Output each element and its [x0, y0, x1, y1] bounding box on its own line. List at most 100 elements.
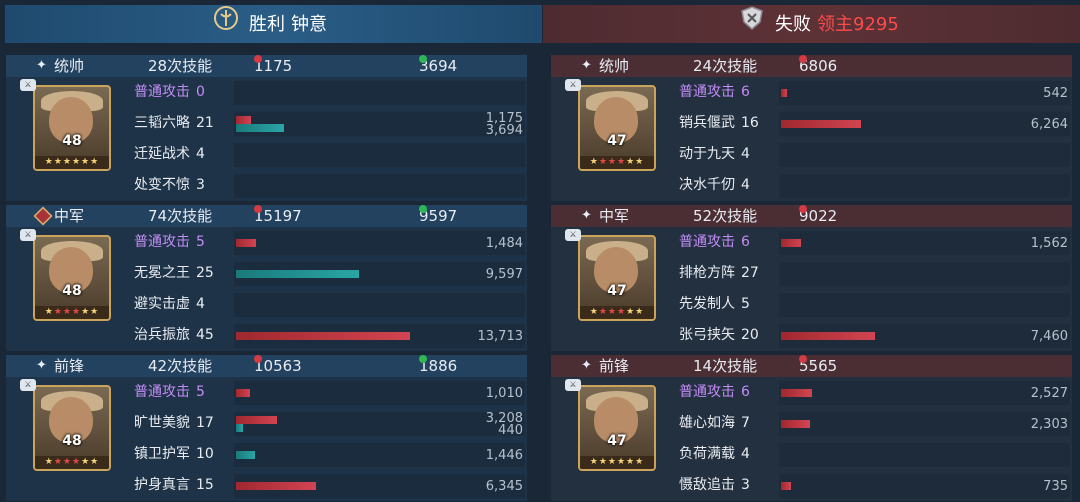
general-portrait[interactable]: 48 ★★★★★★ [33, 235, 111, 321]
skill-bar-lane [234, 81, 525, 105]
defeat-title: 失败 领主9295 [739, 5, 899, 43]
skill-bar-lane [779, 443, 1070, 467]
skill-bar-lane: 1,010 [234, 381, 525, 405]
total-heal: 1886 [419, 355, 457, 377]
skill-cast-count: 52次技能 [693, 207, 758, 225]
total-damage: 5565 [799, 355, 837, 377]
skill-bar-lane [779, 143, 1070, 167]
skill-count: 27 [741, 265, 759, 281]
skill-row: 普通攻击 5 1,484 [134, 227, 527, 257]
general-summary-row: ✦ 前锋 14次技能 5565 [551, 355, 1072, 377]
skill-name-text: 处变不惊 [134, 177, 190, 193]
skill-name: 普通攻击 6 [679, 77, 750, 107]
skill-name: 三韬六略 21 [134, 108, 214, 138]
general-detail: 47 ★★★★★★ ⚔ 普通攻击 6 542 销兵偃武 16 6,264 动于九天 4 决水千仞 4 [551, 77, 1072, 201]
skill-count: 4 [196, 146, 205, 162]
general-level: 47 [607, 433, 627, 449]
skill-name-text: 慑敌追击 [679, 477, 735, 493]
damage-bar [781, 482, 791, 490]
skill-name-text: 普通攻击 [134, 384, 190, 400]
troop-type-icon: ⚔ [565, 229, 581, 241]
skill-row: 治兵振旅 45 13,713 [134, 320, 527, 350]
skill-name-text: 旷世美貌 [134, 415, 190, 431]
skill-row: 普通攻击 6 1,562 [679, 227, 1072, 257]
skill-bar-lane: 9,597 [234, 262, 525, 286]
general-summary-row: 中军 74次技能 15197 9597 [6, 205, 527, 227]
total-damage: 6806 [799, 55, 837, 77]
damage-bar [236, 389, 250, 397]
general-detail: 47 ★★★★★★ ⚔ 普通攻击 6 2,527 雄心如海 7 2,303 负荷满载 4 慑敌追击 3 7… [551, 377, 1072, 501]
sparkle-star-icon: ✦ [581, 58, 592, 73]
sparkle-star-icon: ✦ [581, 358, 592, 373]
skill-row: 镇卫护军 10 1,446 [134, 439, 527, 469]
damage-value: 2,303 [1030, 417, 1068, 432]
heal-value: 9,597 [485, 267, 523, 282]
skill-count: 3 [741, 477, 750, 493]
skill-name-text: 镇卫护军 [134, 446, 190, 462]
damage-value: 13,713 [477, 329, 524, 344]
skill-row: 张弓挟矢 20 7,460 [679, 320, 1072, 350]
heal-bar [236, 424, 243, 432]
general-detail: 48 ★★★★★★ ⚔ 普通攻击 5 1,010 旷世美貌 17 3,208 440 镇卫护军 10 1… [6, 377, 527, 501]
skill-name: 普通攻击 0 [134, 77, 205, 107]
skill-bar-lane [779, 293, 1070, 317]
skill-name: 无冕之王 25 [134, 258, 214, 288]
skill-bar-lane: 6,345 [234, 474, 525, 498]
skill-name: 镇卫护军 10 [134, 439, 214, 469]
skill-name-text: 普通攻击 [679, 84, 735, 100]
victory-shield-icon [213, 5, 239, 45]
damage-dot-icon [799, 355, 807, 363]
general-portrait[interactable]: 47 ★★★★★★ [578, 235, 656, 321]
skill-name-text: 迁延战术 [134, 146, 190, 162]
skill-name-text: 普通攻击 [679, 234, 735, 250]
skill-name: 雄心如海 7 [679, 408, 750, 438]
star-rating: ★★★★★★ [580, 156, 654, 169]
skill-row: 旷世美貌 17 3,208 440 [134, 408, 527, 438]
general-portrait[interactable]: 48 ★★★★★★ [33, 385, 111, 471]
star-rating: ★★★★★★ [35, 156, 109, 169]
troop-type-icon: ⚔ [565, 79, 581, 91]
left-general-panel: ✦ 统帅 28次技能 1175 3694 48 ★★★★★★ ⚔ 普通攻击 0 三韬六略 21 1,17… [6, 55, 527, 201]
skill-count: 45 [196, 327, 214, 343]
general-detail: 47 ★★★★★★ ⚔ 普通攻击 6 1,562 排枪方阵 27 先发制人 5 张弓挟矢 20 7,46… [551, 227, 1072, 351]
general-summary-row: ✦ 统帅 24次技能 6806 [551, 55, 1072, 77]
damage-value: 7,460 [1030, 329, 1068, 344]
skill-row: 避实击虚 4 [134, 289, 527, 319]
loser-name: 领主9295 [817, 14, 899, 35]
skill-bar-lane [234, 174, 525, 198]
diamond-banner-icon [32, 205, 54, 227]
skill-cast-count: 42次技能 [148, 357, 213, 375]
damage-bar [781, 239, 801, 247]
general-summary-row: ✦ 中军 52次技能 9022 [551, 205, 1072, 227]
troop-type-icon: ⚔ [20, 379, 36, 391]
skill-bar-lane: 1,484 [234, 231, 525, 255]
skill-bar-lane: 6,264 [779, 112, 1070, 136]
general-portrait[interactable]: 48 ★★★★★★ [33, 85, 111, 171]
total-damage: 10563 [254, 355, 302, 377]
skill-row: 无冕之王 25 9,597 [134, 258, 527, 288]
skill-count: 3 [196, 177, 205, 193]
right-general-panel: ✦ 中军 52次技能 9022 47 ★★★★★★ ⚔ 普通攻击 6 1,562 排枪方阵 27 先发制… [551, 205, 1072, 351]
skill-name: 决水千仞 4 [679, 170, 750, 200]
skill-row: 普通攻击 6 2,527 [679, 377, 1072, 407]
skill-row: 销兵偃武 16 6,264 [679, 108, 1072, 138]
damage-bar [781, 89, 787, 97]
skill-count: 17 [196, 415, 214, 431]
troop-type-icon: ⚔ [20, 229, 36, 241]
skill-row: 普通攻击 6 542 [679, 77, 1072, 107]
damage-bar [781, 120, 861, 128]
general-portrait[interactable]: 47 ★★★★★★ [578, 85, 656, 171]
skill-cast-count: 24次技能 [693, 57, 758, 75]
skill-name-text: 动于九天 [679, 146, 735, 162]
skill-name-text: 张弓挟矢 [679, 327, 735, 343]
skill-count: 4 [741, 177, 750, 193]
skill-row: 护身真言 15 6,345 [134, 470, 527, 500]
general-level: 48 [62, 433, 82, 449]
skill-count: 10 [196, 446, 214, 462]
general-portrait[interactable]: 47 ★★★★★★ [578, 385, 656, 471]
skill-name-text: 普通攻击 [134, 234, 190, 250]
victory-label: 胜利 [249, 14, 285, 35]
skill-name: 迁延战术 4 [134, 139, 205, 169]
skill-name: 处变不惊 3 [134, 170, 205, 200]
victory-title: 胜利 钟意 [213, 5, 327, 43]
